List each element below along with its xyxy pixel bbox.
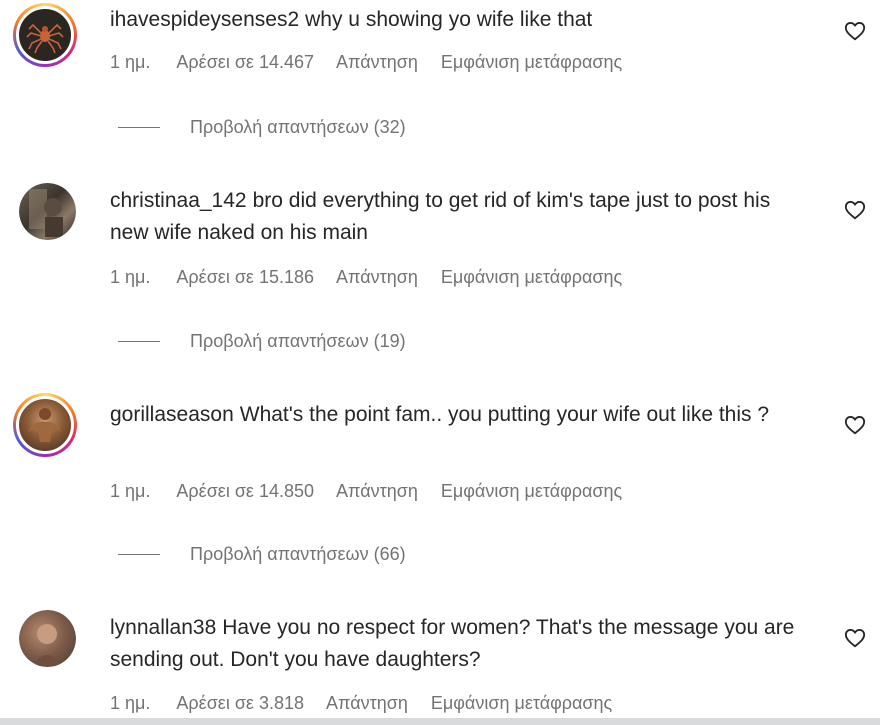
see-translation-button[interactable]: Εμφάνιση μετάφρασης <box>441 481 622 501</box>
see-translation-button[interactable]: Εμφάνιση μετάφρασης <box>441 267 622 287</box>
likes-count[interactable]: Αρέσει σε 14.850 <box>176 481 314 501</box>
view-replies-button[interactable]: Προβολή απαντήσεων (19) <box>118 331 406 352</box>
heart-icon[interactable] <box>844 414 866 436</box>
comment-text: christinaa_142 bro did everything to get … <box>110 185 800 249</box>
avatar[interactable] <box>13 393 77 457</box>
comment-username[interactable]: lynnallan38 <box>110 616 216 639</box>
replies-divider <box>118 341 160 342</box>
view-replies-button[interactable]: Προβολή απαντήσεων (66) <box>118 544 406 565</box>
heart-icon[interactable] <box>844 627 866 649</box>
comment-time: 1 ημ. <box>110 52 151 72</box>
reply-button[interactable]: Απάντηση <box>336 481 418 501</box>
avatar[interactable] <box>13 3 77 67</box>
replies-divider <box>118 554 160 555</box>
comment-meta: 1 ημ. Αρέσει σε 3.818 Απάντηση Εμφάνιση … <box>110 693 630 714</box>
avatar[interactable] <box>19 610 76 667</box>
comment-time: 1 ημ. <box>110 693 151 713</box>
heart-icon[interactable] <box>844 20 866 42</box>
spider-avatar-icon <box>26 23 64 54</box>
see-translation-button[interactable]: Εμφάνιση μετάφρασης <box>441 52 622 72</box>
reply-button[interactable]: Απάντηση <box>326 693 408 713</box>
view-replies-label: Προβολή απαντήσεων (32) <box>190 117 406 137</box>
view-replies-label: Προβολή απαντήσεων (19) <box>190 331 406 351</box>
comment-text: lynnallan38 Have you no respect for women… <box>110 612 800 676</box>
replies-divider <box>118 127 160 128</box>
comment-username[interactable]: christinaa_142 <box>110 189 247 212</box>
likes-count[interactable]: Αρέσει σε 14.467 <box>176 52 314 72</box>
comment-username[interactable]: gorillaseason <box>110 403 234 426</box>
user-photo-avatar-icon <box>33 624 61 666</box>
comment-meta: 1 ημ. Αρέσει σε 14.467 Απάντηση Εμφάνιση… <box>110 52 640 73</box>
comment-meta: 1 ημ. Αρέσει σε 14.850 Απάντηση Εμφάνιση… <box>110 481 640 502</box>
avatar[interactable] <box>19 183 76 240</box>
view-replies-label: Προβολή απαντήσεων (66) <box>190 544 406 564</box>
comment-meta: 1 ημ. Αρέσει σε 15.186 Απάντηση Εμφάνιση… <box>110 267 640 288</box>
comment-username[interactable]: ihavespideysenses2 <box>110 8 299 31</box>
comment-text: ihavespideysenses2 why u showing yo wife … <box>110 4 810 36</box>
likes-count[interactable]: Αρέσει σε 15.186 <box>176 267 314 287</box>
comment-body: What's the point fam.. you putting your … <box>239 403 770 426</box>
user-photo-avatar-icon <box>29 189 63 237</box>
view-replies-button[interactable]: Προβολή απαντήσεων (32) <box>118 117 406 138</box>
horizontal-scrollbar[interactable] <box>0 718 880 725</box>
bodybuilder-avatar-icon <box>28 408 62 442</box>
reply-button[interactable]: Απάντηση <box>336 52 418 72</box>
heart-icon[interactable] <box>844 199 866 221</box>
comment-text: gorillaseason What's the point fam.. you … <box>110 399 810 431</box>
comment-body: why u showing yo wife like that <box>305 8 593 31</box>
see-translation-button[interactable]: Εμφάνιση μετάφρασης <box>431 693 612 713</box>
reply-button[interactable]: Απάντηση <box>336 267 418 287</box>
likes-count[interactable]: Αρέσει σε 3.818 <box>176 693 304 713</box>
comment-time: 1 ημ. <box>110 267 151 287</box>
comment-time: 1 ημ. <box>110 481 151 501</box>
